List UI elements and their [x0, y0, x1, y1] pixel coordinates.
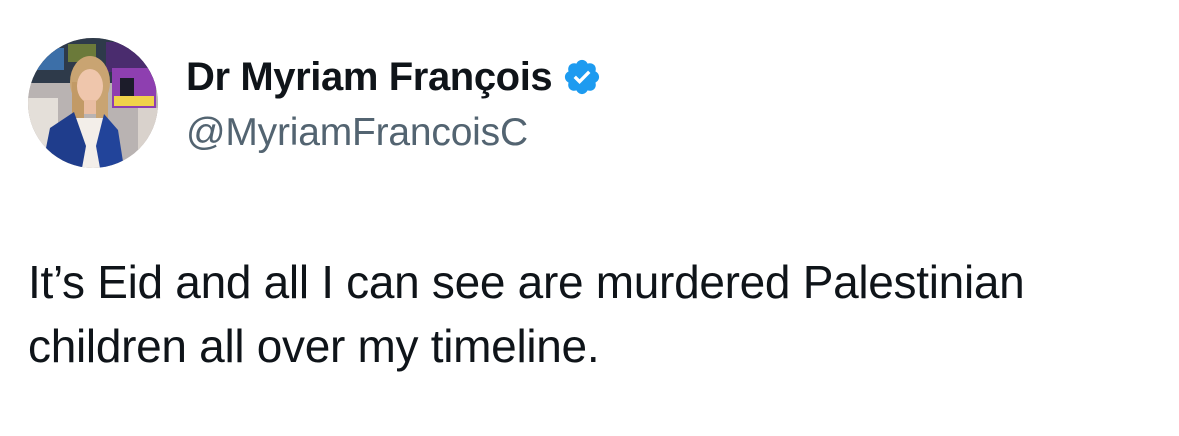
author-handle[interactable]: @MyriamFrancoisC	[186, 110, 528, 156]
tweet-text: It’s Eid and all I can see are murdered …	[28, 250, 1158, 378]
tweet-text-line: It’s Eid and all I can see are murdered …	[28, 256, 1025, 308]
verified-badge-icon	[562, 57, 602, 97]
avatar[interactable]	[28, 38, 158, 168]
tweet-card: Dr Myriam François @MyriamFrancoisC It’s…	[0, 0, 1179, 436]
author-display-name[interactable]: Dr Myriam François	[186, 53, 553, 101]
author-name-row[interactable]: Dr Myriam François	[186, 53, 602, 101]
avatar-image	[28, 38, 158, 168]
tweet-text-line: children all over my timeline.	[28, 320, 600, 372]
